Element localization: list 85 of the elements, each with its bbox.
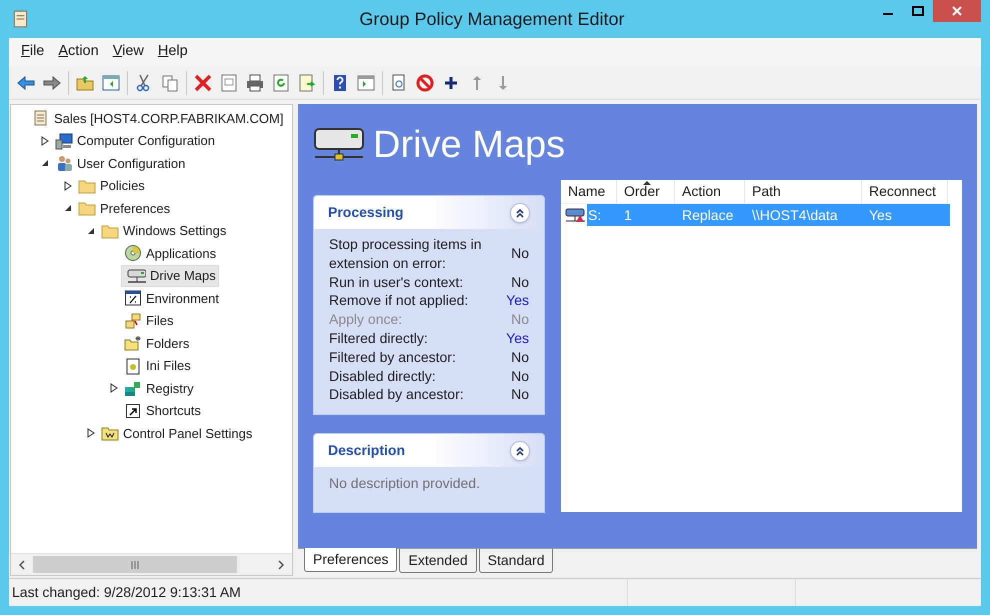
setting-value: No xyxy=(511,310,529,329)
shortcut-icon xyxy=(124,402,142,420)
tree-item[interactable]: User Configuration xyxy=(52,152,188,174)
setting-label: Apply once: xyxy=(329,310,404,329)
network-drive-icon xyxy=(565,206,587,224)
card-title: Description xyxy=(328,441,406,460)
collapse-triangle-icon[interactable] xyxy=(41,159,49,168)
expand-triangle-icon[interactable] xyxy=(110,383,118,394)
setting-value: No xyxy=(511,385,529,404)
table-cell-text: \\HOST4\data xyxy=(751,206,839,224)
disc-icon xyxy=(124,244,142,262)
tree-item[interactable]: Preferences xyxy=(75,198,174,219)
folder-icon xyxy=(124,334,142,352)
column-header[interactable]: Path xyxy=(745,180,862,203)
tab[interactable]: Preferences xyxy=(304,548,398,572)
scroll-left-icon[interactable] xyxy=(18,560,26,570)
setting-label: Run in user's context: xyxy=(329,272,464,292)
tree-item[interactable]: Windows Settings xyxy=(98,220,230,242)
tree-item[interactable]: Control Panel Settings xyxy=(98,422,256,444)
setting-label: Stop processing items in extension on error: xyxy=(329,235,483,273)
expand-triangle-icon[interactable] xyxy=(64,180,72,191)
menu-item[interactable]: Action xyxy=(52,41,105,63)
table-cell-text: 1 xyxy=(623,206,633,224)
collapse-chevron-button[interactable] xyxy=(510,202,530,222)
menu-item[interactable]: Help xyxy=(152,41,194,63)
setting-value: No xyxy=(511,348,529,367)
minimize-icon xyxy=(883,13,893,15)
description-text: No description provided. xyxy=(329,475,480,492)
tab[interactable]: Standard xyxy=(478,549,554,573)
table-cell-text: Yes xyxy=(868,206,893,224)
collapse-triangle-icon[interactable] xyxy=(64,204,72,212)
tree-item[interactable]: Environment xyxy=(121,288,222,309)
tree-item[interactable]: Policies xyxy=(75,175,148,196)
page-heading: Drive Maps xyxy=(373,126,566,164)
setting-value: Yes xyxy=(506,328,529,348)
tree-item[interactable]: Computer Configuration xyxy=(52,130,218,152)
window-title: Group Policy Management Editor xyxy=(359,8,625,31)
setting-label: Disabled directly: xyxy=(329,366,437,386)
tree-item[interactable]: Sales [HOST4.CORP.FABRIKAM.COM] xyxy=(29,108,286,129)
tab[interactable]: Extended xyxy=(399,549,477,573)
menu-item[interactable]: View xyxy=(106,41,150,63)
maximize-icon xyxy=(912,6,924,16)
column-header[interactable]: Name xyxy=(561,180,617,203)
menu-item[interactable]: File xyxy=(15,41,50,63)
setting-label: Filtered directly: xyxy=(329,328,429,348)
table-cell-text: S: xyxy=(587,206,602,224)
files-icon xyxy=(124,312,142,330)
close-button[interactable] xyxy=(933,0,981,22)
expand-triangle-icon[interactable] xyxy=(87,428,95,438)
network-drive-icon xyxy=(313,127,365,163)
tree-item[interactable]: Files xyxy=(121,310,176,332)
column-header[interactable]: Reconnect xyxy=(862,180,948,203)
column-header[interactable]: Order xyxy=(617,180,675,203)
percent-window-icon xyxy=(124,289,142,308)
sort-arrow-icon xyxy=(643,180,651,185)
setting-value: No xyxy=(511,244,529,264)
grip-icon xyxy=(130,560,140,568)
column-header[interactable]: Action xyxy=(675,180,745,203)
setting-value: No xyxy=(511,366,529,386)
double-chevron-icon xyxy=(515,446,525,456)
tree-item[interactable]: Folders xyxy=(121,332,192,354)
status-text: Last changed: 9/28/2012 9:13:31 AM xyxy=(11,583,242,602)
tree-item[interactable]: Ini Files xyxy=(121,355,194,376)
setting-label: Disabled by ancestor: xyxy=(329,385,465,404)
computer-icon xyxy=(55,132,73,150)
scroll-right-icon[interactable] xyxy=(277,560,285,570)
card-title: Processing xyxy=(328,203,404,222)
double-chevron-icon xyxy=(515,208,525,218)
horizontal-scrollbar[interactable] xyxy=(11,553,292,575)
tree-item[interactable]: Shortcuts xyxy=(121,400,204,422)
tree-item[interactable]: Applications xyxy=(121,242,220,264)
setting-value: No xyxy=(511,272,529,292)
close-icon xyxy=(951,5,963,17)
setting-value: Yes xyxy=(506,291,529,310)
tree-item[interactable]: Registry xyxy=(121,378,197,399)
collapse-triangle-icon[interactable] xyxy=(87,226,95,235)
setting-label: Remove if not applied: xyxy=(329,291,470,310)
table-cell-text: Replace xyxy=(681,206,734,225)
setting-label: Filtered by ancestor: xyxy=(329,348,457,367)
tree-item[interactable]: Drive Maps xyxy=(121,265,219,286)
users-icon xyxy=(55,154,73,172)
expand-triangle-icon[interactable] xyxy=(41,136,49,146)
collapse-chevron-button[interactable] xyxy=(510,440,530,461)
registry-blocks-icon xyxy=(124,379,142,398)
notepad-icon xyxy=(124,356,142,375)
